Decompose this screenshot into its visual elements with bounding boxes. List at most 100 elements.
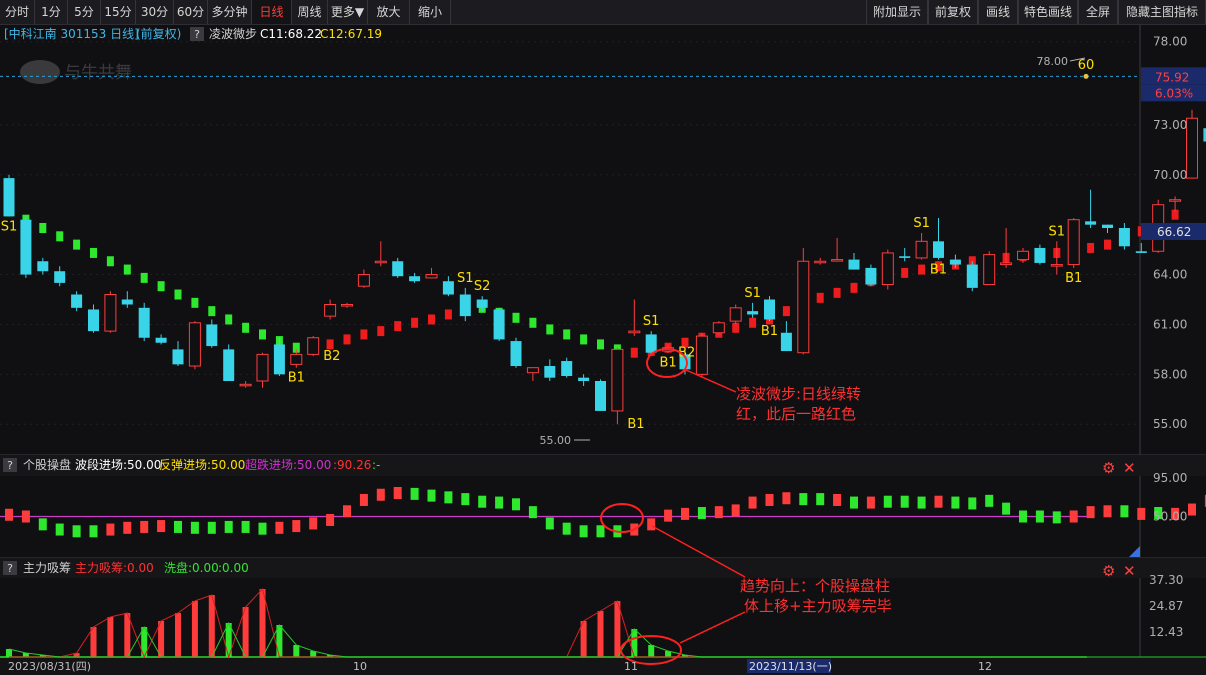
candle-body-55: [933, 241, 944, 258]
mid-bar-44: [748, 496, 757, 509]
mid-bar-19: [326, 513, 335, 526]
mid-bar-45: [765, 493, 774, 506]
candle-body-6: [104, 294, 117, 332]
current-pct-label: 6.03%: [1155, 86, 1193, 100]
mid-bar-20: [343, 505, 351, 518]
candle-body-19: [324, 303, 337, 317]
stop-dot-13: [225, 314, 233, 325]
indicator-c12: C12:67.19: [320, 27, 382, 41]
mid-bar-35: [596, 525, 605, 538]
mid-bar-24: [410, 487, 419, 500]
stop-dot-65: [1104, 239, 1111, 250]
bot-tick-37: 37.30: [1149, 573, 1183, 587]
help-icon-mid: ?: [7, 459, 13, 472]
mid-bar-65: [1103, 505, 1112, 518]
candle-body-33: [561, 361, 573, 377]
signal-s1-9: S1: [744, 286, 761, 301]
candle-body-45: [764, 299, 775, 320]
mid-bar-7: [123, 521, 132, 534]
candle-body-26: [442, 281, 454, 295]
mid-tick-95: 95.00: [1153, 471, 1187, 485]
stop-dot-7: [123, 264, 131, 275]
stop-dot-26: [444, 309, 452, 320]
stop-dot-46: [782, 306, 790, 317]
signal-s1-6: S1: [643, 314, 660, 329]
candle-body-17: [290, 353, 303, 365]
candle-body-70: [1186, 117, 1198, 179]
mid-bar-30: [512, 498, 520, 511]
candle-body-57: [966, 264, 978, 288]
candle-body-48: [814, 260, 827, 264]
watermark-logo: 与牛共舞: [20, 60, 132, 84]
candle-body-30: [510, 341, 522, 367]
signal-b2-2: B2: [323, 349, 340, 364]
mid-bar-51: [866, 496, 875, 509]
mid-bar-42: [714, 506, 723, 519]
mid-bar-39: [664, 509, 673, 522]
candle-body-18: [307, 337, 320, 355]
candle-body-36: [611, 348, 624, 412]
mid-bar-52: [883, 495, 892, 508]
candle-body-21: [357, 274, 370, 287]
candle-body-46: [780, 332, 792, 352]
candle-body-3: [54, 271, 66, 283]
candle-body-25: [425, 274, 438, 279]
date-axis-bg: [0, 657, 1206, 675]
mid-bar-53: [900, 495, 909, 508]
candle-body-34: [578, 377, 590, 381]
mid-bar-23: [393, 487, 402, 500]
date-oct: 10: [353, 660, 367, 673]
bot-red-bar-5: [90, 627, 97, 657]
mid-bar-4: [72, 525, 81, 538]
candle-body-14: [239, 383, 252, 387]
stop-dot-34: [580, 334, 588, 345]
stop-dot-24: [411, 317, 419, 328]
bot-accumulation: 主力吸筹:0.00: [75, 561, 154, 575]
settings-icon-bot: ⚙: [1102, 562, 1115, 580]
mid-title: 个股操盘: [23, 457, 71, 472]
stop-dot-2: [39, 222, 47, 233]
stop-dot-30: [512, 312, 520, 323]
signal-b1-5: B1: [627, 417, 644, 432]
candle-body-67: [1135, 251, 1147, 253]
mid-bar-11: [190, 521, 199, 534]
mid-bar-59: [1002, 502, 1011, 515]
mid-bar-13: [224, 520, 233, 533]
candle-body-24: [409, 276, 421, 282]
candle-body-63: [1067, 219, 1080, 266]
candle-body-32: [544, 366, 556, 378]
stop-dot-20: [343, 334, 351, 345]
mid-bar-34: [579, 525, 588, 538]
candle-body-16: [273, 344, 285, 375]
mid-bar-6: [106, 523, 115, 536]
mid-bar-25: [427, 489, 436, 502]
bot-red-bar-35: [597, 611, 604, 657]
mid-wave-entry: 波段进场:50.00: [75, 457, 161, 472]
mid-bar-15: [258, 522, 267, 535]
mid-bar-47: [799, 493, 808, 506]
mid-bar-66: [1120, 505, 1129, 518]
mid-bar-67: [1137, 507, 1146, 520]
mid-dash: :-: [372, 458, 380, 472]
mid-bar-9: [157, 520, 166, 533]
tag-60: 60: [1078, 58, 1095, 73]
stop-dot-5: [90, 247, 97, 258]
stop-dot-19: [326, 339, 334, 350]
low-label: 55.00: [540, 434, 572, 447]
stop-dot-12: [208, 306, 216, 317]
date-nov: 11: [624, 660, 638, 673]
stop-dot-37: [630, 347, 638, 358]
candle-body-7: [121, 299, 133, 305]
candle-body-60: [1017, 250, 1029, 261]
signal-b1-12: B1: [930, 263, 947, 278]
signal-s1-11: S1: [913, 216, 930, 231]
signal-b1-7: B1: [659, 356, 676, 371]
mid-bar-56: [951, 496, 960, 509]
stop-dot-21: [360, 329, 368, 340]
mid-bar-32: [545, 517, 554, 530]
mid-bar-46: [782, 492, 791, 505]
stop-dot-4: [73, 239, 81, 250]
candle-body-27: [459, 294, 471, 317]
bot-green-bar-0: [6, 649, 12, 657]
mid-bar-38: [647, 518, 656, 531]
